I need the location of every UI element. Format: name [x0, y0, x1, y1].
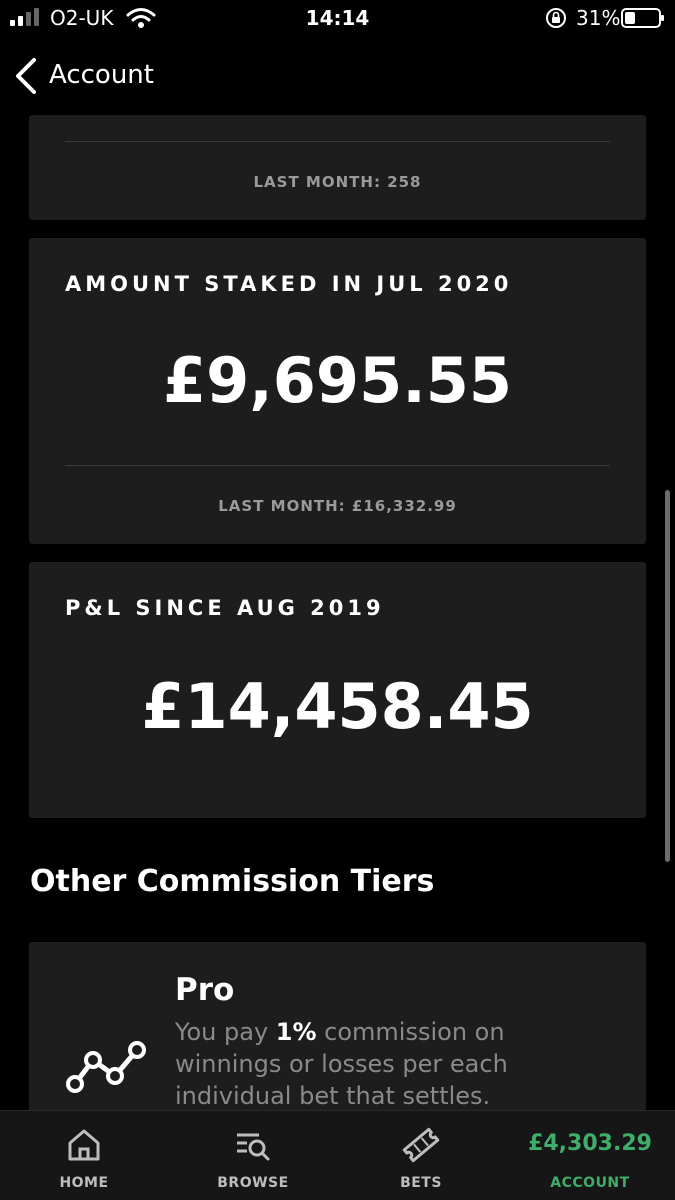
- back-button[interactable]: Account: [49, 60, 154, 90]
- browse-icon: [237, 1133, 270, 1161]
- rotation-lock-icon: [546, 8, 566, 28]
- tier-commission-rate: 1%: [275, 1018, 317, 1046]
- amount-staked-value: £9,695.55: [162, 344, 513, 417]
- bets-count-card: LAST MONTH: 258: [29, 115, 646, 220]
- clock: 14:14: [305, 6, 370, 30]
- pnl-label: P&L SINCE AUG 2019: [65, 596, 385, 620]
- battery-percent: 31%: [576, 6, 621, 30]
- tier-card-pro[interactable]: Pro You pay 1% commission on winnings or…: [29, 942, 646, 1122]
- tab-label: BROWSE: [217, 1175, 289, 1191]
- nav-header: Account: [0, 40, 675, 112]
- pnl-value: £14,458.45: [141, 670, 534, 743]
- trend-line-icon: [66, 1041, 146, 1093]
- tab-browse[interactable]: BROWSE: [169, 1111, 337, 1200]
- pnl-card: P&L SINCE AUG 2019 £14,458.45: [29, 562, 646, 818]
- tab-label: ACCOUNT: [550, 1175, 630, 1191]
- tier-name: Pro: [175, 972, 235, 1008]
- account-balance: £4,303.29: [528, 1131, 652, 1156]
- last-month-staked: LAST MONTH: £16,332.99: [218, 497, 457, 515]
- battery-icon: [621, 8, 664, 28]
- home-icon: [68, 1129, 100, 1161]
- scrollbar[interactable]: [665, 490, 670, 862]
- last-month-bets: LAST MONTH: 258: [253, 173, 422, 191]
- tab-label: HOME: [59, 1175, 109, 1191]
- amount-staked-label: AMOUNT STAKED IN JUL 2020: [65, 272, 513, 296]
- tab-label: BETS: [400, 1175, 442, 1191]
- tab-account[interactable]: £4,303.29 ACCOUNT: [506, 1111, 674, 1200]
- amount-staked-card: AMOUNT STAKED IN JUL 2020 £9,695.55 LAST…: [29, 238, 646, 544]
- other-tiers-title: Other Commission Tiers: [30, 864, 435, 899]
- ticket-icon: [402, 1127, 440, 1163]
- tab-bets[interactable]: BETS: [337, 1111, 505, 1200]
- tier-description: You pay 1% commission on winnings or los…: [175, 1016, 555, 1112]
- tab-bar: HOME BROWSE BETS £4,303.29 ACCOUNT: [0, 1110, 675, 1200]
- status-bar: O2-UK 14:14 31%: [0, 0, 675, 38]
- card-divider: [65, 141, 610, 142]
- chevron-left-icon[interactable]: [12, 56, 40, 96]
- card-divider: [65, 465, 610, 466]
- tab-home[interactable]: HOME: [0, 1111, 168, 1200]
- tier-desc-prefix: You pay: [175, 1018, 276, 1046]
